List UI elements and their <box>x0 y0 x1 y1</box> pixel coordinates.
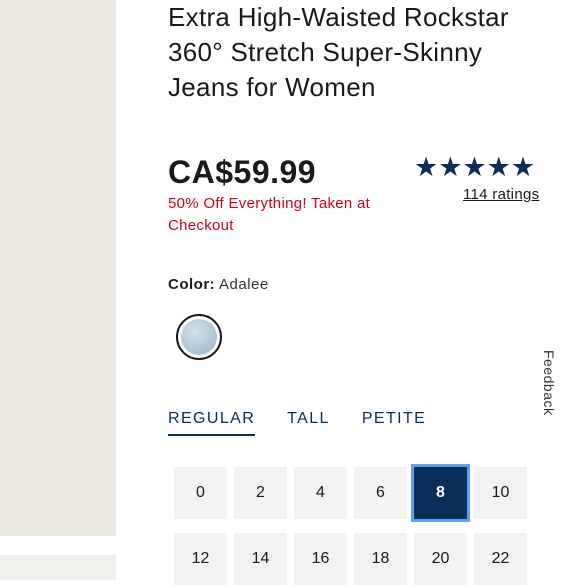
product-title: Extra High-Waisted Rockstar 360° Stretch… <box>168 2 509 102</box>
product-image-thumbnail[interactable] <box>0 555 116 580</box>
size-button[interactable]: 4 <box>294 467 347 519</box>
tab-regular[interactable]: REGULAR <box>168 410 256 436</box>
size-button[interactable]: 0 <box>174 467 227 519</box>
swatch-fill <box>181 319 217 355</box>
color-selection-label: Color: Adalee <box>168 276 269 293</box>
size-button[interactable]: 6 <box>354 467 407 519</box>
size-button[interactable]: 16 <box>294 533 347 585</box>
size-button-selected[interactable]: 8 <box>414 467 467 519</box>
size-button[interactable]: 22 <box>474 533 527 585</box>
product-image[interactable] <box>0 0 116 536</box>
color-value: Adalee <box>219 276 269 293</box>
promo-text: 50% Off Everything! Taken at Checkout <box>168 195 371 234</box>
size-button[interactable]: 18 <box>354 533 407 585</box>
size-button[interactable]: 20 <box>414 533 467 585</box>
size-grid: 0 2 4 6 8 10 12 14 16 18 20 22 <box>174 467 527 585</box>
size-button[interactable]: 10 <box>474 467 527 519</box>
color-swatch-adalee[interactable] <box>176 314 222 360</box>
ratings-link[interactable]: 114 ratings <box>463 186 539 203</box>
product-price: CA$59.99 <box>168 154 317 190</box>
tab-petite[interactable]: PETITE <box>362 410 426 436</box>
fit-tabs: REGULAR TALL PETITE <box>168 410 426 436</box>
rating-stars-icon: ★★★★★ <box>414 152 536 183</box>
color-label: Color: <box>168 276 216 293</box>
size-button[interactable]: 2 <box>234 467 287 519</box>
tab-tall[interactable]: TALL <box>287 410 330 436</box>
feedback-tab[interactable]: Feedback <box>541 350 557 415</box>
size-button[interactable]: 12 <box>174 533 227 585</box>
size-button[interactable]: 14 <box>234 533 287 585</box>
